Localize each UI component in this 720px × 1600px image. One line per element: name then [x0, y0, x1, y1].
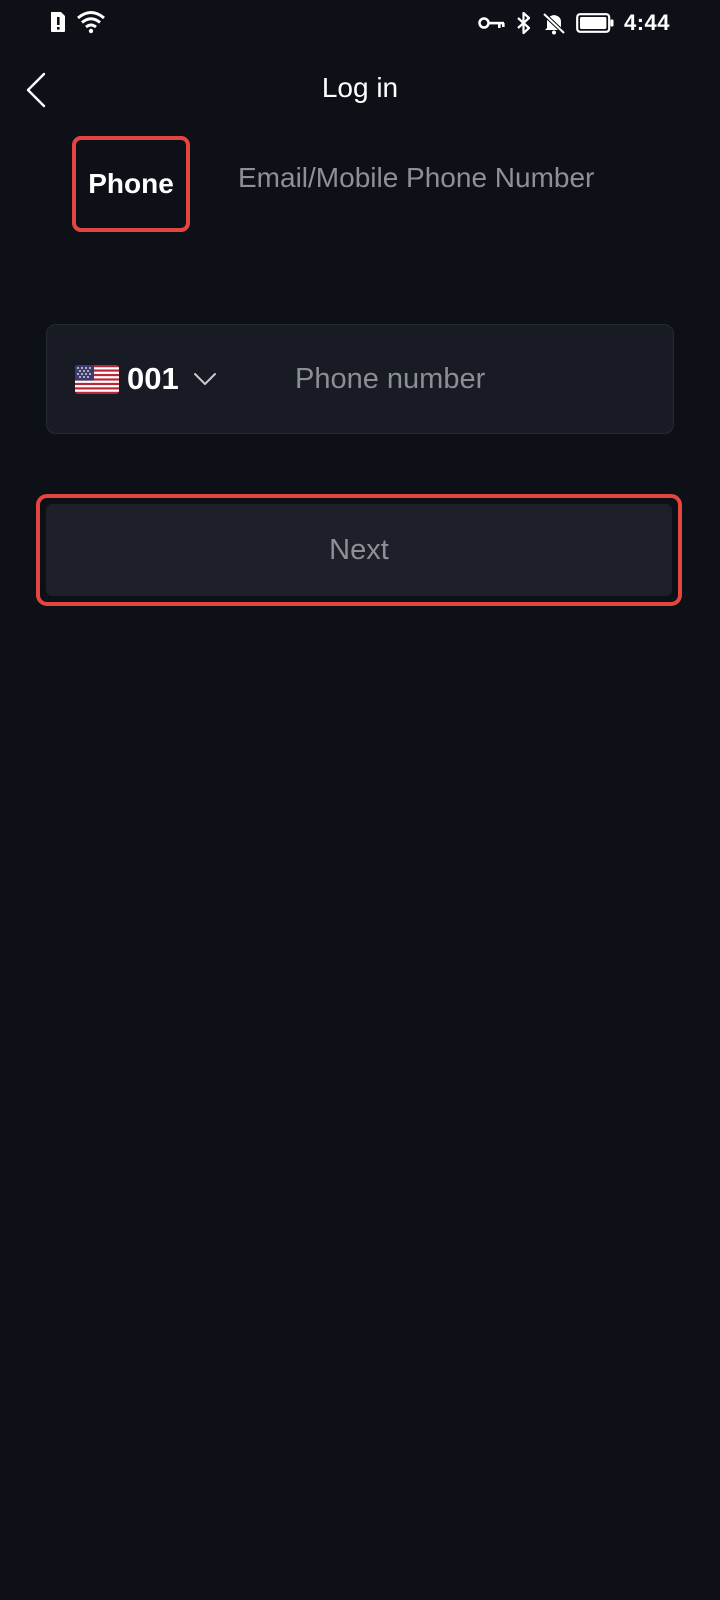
- us-flag-icon: [75, 364, 119, 394]
- status-time: 4:44: [623, 10, 670, 35]
- page-title: Log in: [321, 72, 399, 103]
- status-bar: 4:44: [0, 0, 720, 48]
- bell-muted-icon: [542, 11, 566, 35]
- header: Log in: [0, 58, 720, 122]
- bluetooth-icon: [516, 11, 532, 35]
- status-left: [48, 10, 106, 34]
- login-method-tabs: Phone Email/Mobile Phone Number: [0, 130, 720, 232]
- chevron-down-icon: [193, 372, 217, 386]
- tab-phone[interactable]: Phone: [72, 136, 190, 232]
- phone-number-row: 001: [46, 324, 674, 434]
- country-code: 001: [127, 361, 179, 396]
- phone-number-input[interactable]: [247, 325, 663, 433]
- status-right: 4:44: [478, 10, 670, 36]
- wifi-icon: [76, 10, 106, 34]
- country-code-selector[interactable]: 001: [47, 325, 247, 433]
- next-button[interactable]: Next: [46, 504, 672, 596]
- tab-email-mobile[interactable]: Email/Mobile Phone Number: [238, 162, 594, 194]
- battery-icon: [576, 13, 614, 33]
- alert-icon: [48, 11, 68, 33]
- vpn-key-icon: [478, 15, 506, 31]
